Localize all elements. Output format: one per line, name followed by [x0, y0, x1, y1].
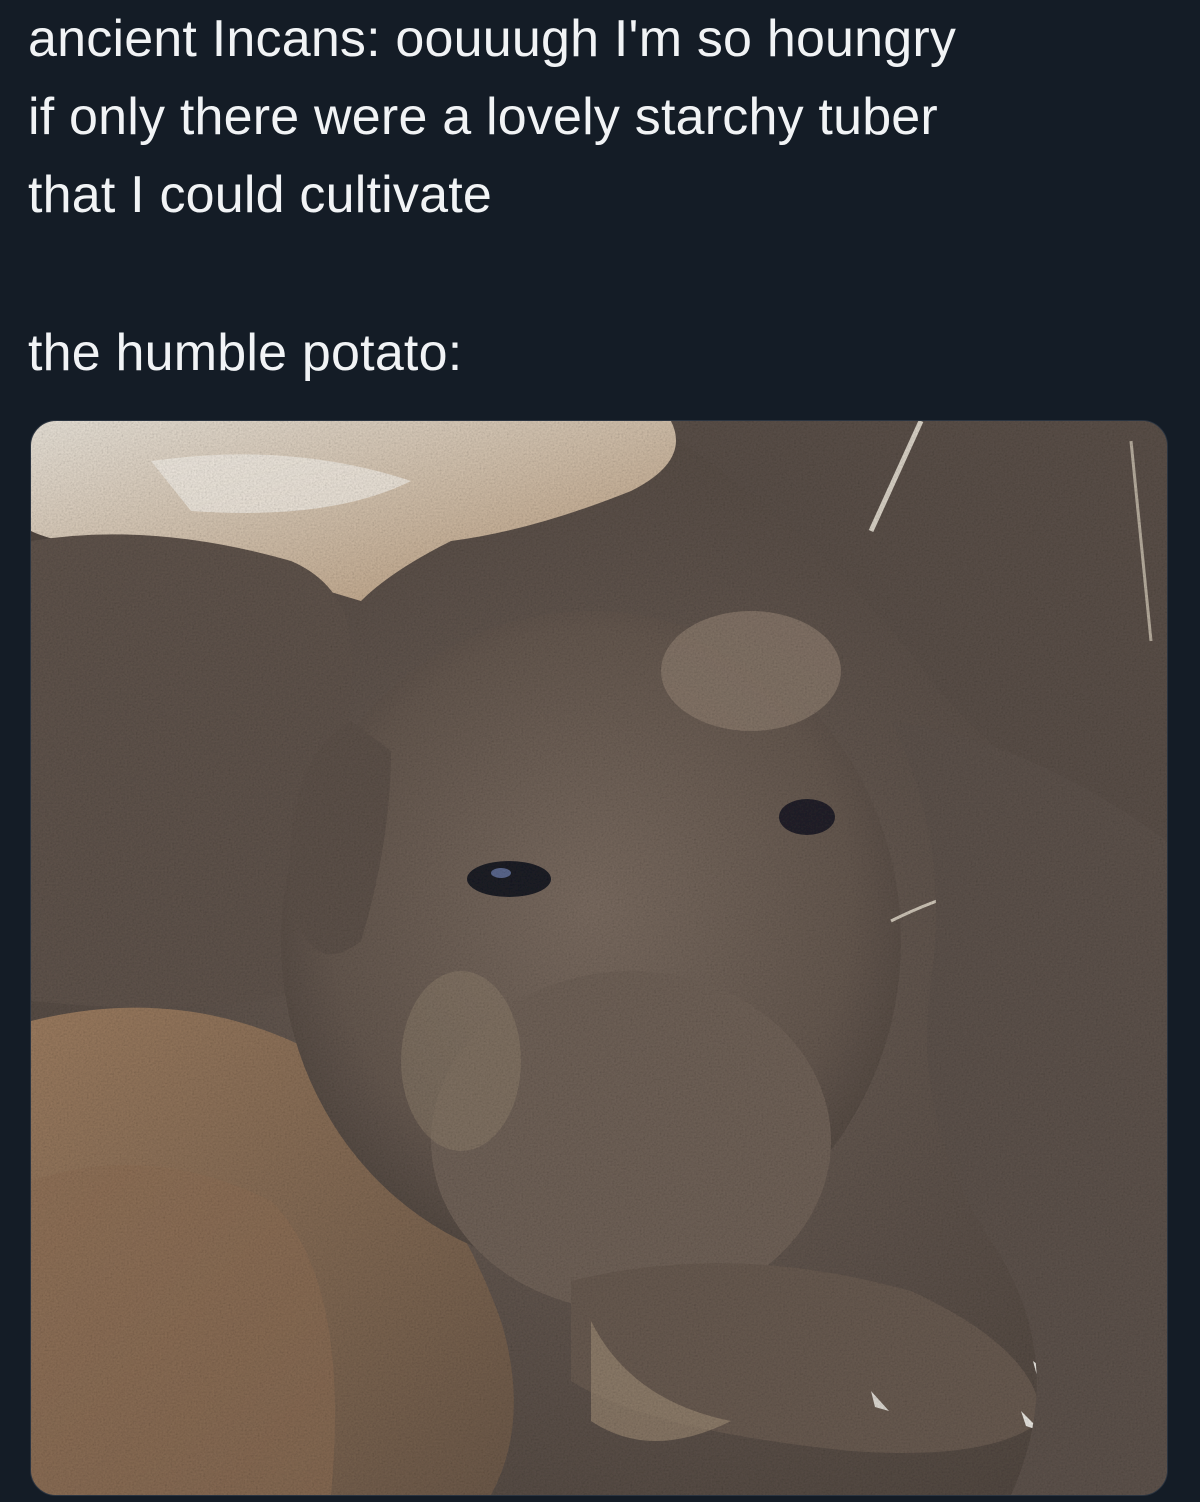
tweet-text: ancient Incans: oouuugh I'm so houngry i… [28, 0, 1178, 392]
puppy-in-dirt-photo [31, 421, 1167, 1495]
tweet-text-line-2: if only there were a lovely starchy tube… [28, 88, 938, 146]
photo-content [31, 421, 1167, 1495]
tweet-text-line-1: ancient Incans: oouuugh I'm so houngry [28, 10, 957, 68]
tweet-post: ancient Incans: oouuugh I'm so houngry i… [0, 0, 1200, 1502]
tweet-media-photo[interactable] [30, 420, 1168, 1496]
tweet-text-line-3: that I could cultivate [28, 166, 492, 224]
paragraph-break [28, 234, 1178, 314]
tweet-text-line-4: the humble potato: [28, 324, 463, 382]
